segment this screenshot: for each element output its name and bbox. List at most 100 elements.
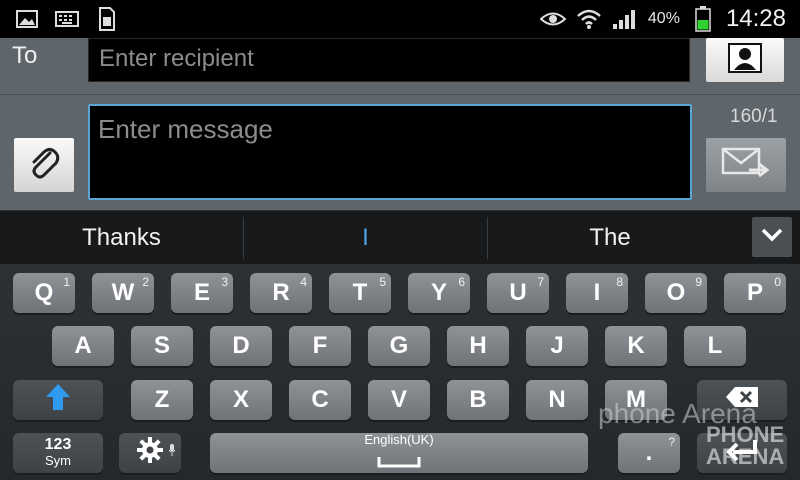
settings-key[interactable] xyxy=(119,433,181,473)
key-w[interactable]: W2 xyxy=(92,273,154,313)
key-o[interactable]: O9 xyxy=(645,273,707,313)
key-label: A xyxy=(74,332,92,359)
send-button[interactable] xyxy=(706,138,786,192)
key-label: D xyxy=(232,332,250,359)
key-label: I xyxy=(593,279,601,306)
to-label: To xyxy=(12,42,38,69)
key-number: 5 xyxy=(379,275,386,289)
message-field[interactable]: Enter message xyxy=(88,104,692,200)
shift-arrow-icon xyxy=(44,382,72,419)
paperclip-icon xyxy=(26,145,62,186)
shift-key[interactable] xyxy=(13,380,103,420)
sym-label-top: 123 xyxy=(44,436,72,453)
keyboard-icon xyxy=(54,8,80,30)
watermark-logo-line2: ARENA xyxy=(706,444,785,469)
suggestion-thanks[interactable]: Thanks xyxy=(0,211,243,265)
key-z[interactable]: Z xyxy=(131,380,193,420)
space-key[interactable]: English(UK) xyxy=(210,431,588,475)
key-number: 8 xyxy=(616,275,623,289)
key-label: T xyxy=(352,279,368,306)
key-label: G xyxy=(389,332,409,359)
key-hint: ? xyxy=(668,435,675,449)
key-label: F xyxy=(312,332,328,359)
key-b[interactable]: B xyxy=(447,380,509,420)
key-label: S xyxy=(153,332,170,359)
key-label: Y xyxy=(430,279,447,306)
key-g[interactable]: G xyxy=(368,326,430,366)
key-n[interactable]: N xyxy=(526,380,588,420)
key-label: . xyxy=(645,439,653,466)
key-a[interactable]: A xyxy=(52,326,114,366)
status-bar: 40% 14:28 xyxy=(0,0,800,38)
message-placeholder: Enter message xyxy=(98,114,273,144)
sym-key[interactable]: 123 Sym xyxy=(13,433,103,473)
key-r[interactable]: R4 xyxy=(250,273,312,313)
key-label: Q xyxy=(34,279,54,306)
suggestion-label: Thanks xyxy=(82,224,161,251)
key-label: O xyxy=(666,279,686,306)
clock: 14:28 xyxy=(725,5,786,32)
wifi-icon xyxy=(576,8,602,30)
contacts-button[interactable] xyxy=(706,38,784,82)
space-bar-icon xyxy=(377,447,421,475)
signal-icon xyxy=(612,8,638,30)
key-s[interactable]: S xyxy=(131,326,193,366)
key-d[interactable]: D xyxy=(210,326,272,366)
key-c[interactable]: C xyxy=(289,380,351,420)
key-label: U xyxy=(509,279,527,306)
char-counter: 160/1 xyxy=(730,106,778,127)
key-label: E xyxy=(193,279,210,306)
compose-area: To Enter recipient Enter message 160/1 xyxy=(0,38,800,210)
key-l[interactable]: L xyxy=(684,326,746,366)
key-label: R xyxy=(272,279,290,306)
contact-icon xyxy=(728,42,762,78)
image-icon xyxy=(14,8,40,30)
key-label: K xyxy=(627,332,645,359)
key-number: 1 xyxy=(63,275,70,289)
suggestion-label: The xyxy=(589,224,631,251)
eye-icon xyxy=(539,8,566,30)
key-label: N xyxy=(548,386,566,413)
key-number: 7 xyxy=(537,275,544,289)
key-v[interactable]: V xyxy=(368,380,430,420)
key-number: 2 xyxy=(142,275,149,289)
key-label: J xyxy=(550,332,564,359)
send-message-icon xyxy=(721,146,771,185)
key-p[interactable]: P0 xyxy=(724,273,786,313)
compose-divider xyxy=(0,94,800,95)
key-i[interactable]: I8 xyxy=(566,273,628,313)
suggestion-bar: Thanks I The xyxy=(0,210,800,265)
key-u[interactable]: U7 xyxy=(487,273,549,313)
collapse-suggestions-button[interactable] xyxy=(752,217,792,257)
period-key[interactable]: . ? xyxy=(618,433,680,473)
key-label: W xyxy=(111,279,135,306)
key-y[interactable]: Y6 xyxy=(408,273,470,313)
suggestion-i[interactable]: I xyxy=(244,211,487,265)
key-label: H xyxy=(469,332,487,359)
key-k[interactable]: K xyxy=(605,326,667,366)
microphone-icon xyxy=(168,435,176,463)
key-label: C xyxy=(311,386,329,413)
key-x[interactable]: X xyxy=(210,380,272,420)
key-label: P xyxy=(746,279,763,306)
key-f[interactable]: F xyxy=(289,326,351,366)
battery-icon xyxy=(690,6,716,32)
key-label: L xyxy=(707,332,723,359)
key-e[interactable]: E3 xyxy=(171,273,233,313)
chevron-down-icon xyxy=(760,227,784,248)
space-language-label: English(UK) xyxy=(364,431,434,447)
key-q[interactable]: Q1 xyxy=(13,273,75,313)
suggestion-the[interactable]: The xyxy=(488,211,732,265)
key-number: 3 xyxy=(221,275,228,289)
key-t[interactable]: T5 xyxy=(329,273,391,313)
recipient-field[interactable]: Enter recipient xyxy=(88,38,690,82)
keyboard: Q1 W2 E3 R4 T5 Y6 U7 I8 O9 P0 A S D F G … xyxy=(0,264,800,480)
key-number: 0 xyxy=(774,275,781,289)
gear-icon xyxy=(136,436,164,471)
key-h[interactable]: H xyxy=(447,326,509,366)
key-j[interactable]: J xyxy=(526,326,588,366)
attach-button[interactable] xyxy=(14,138,74,192)
sym-label-bottom: Sym xyxy=(45,453,71,468)
sim-icon xyxy=(94,7,120,31)
recipient-placeholder: Enter recipient xyxy=(99,45,254,72)
